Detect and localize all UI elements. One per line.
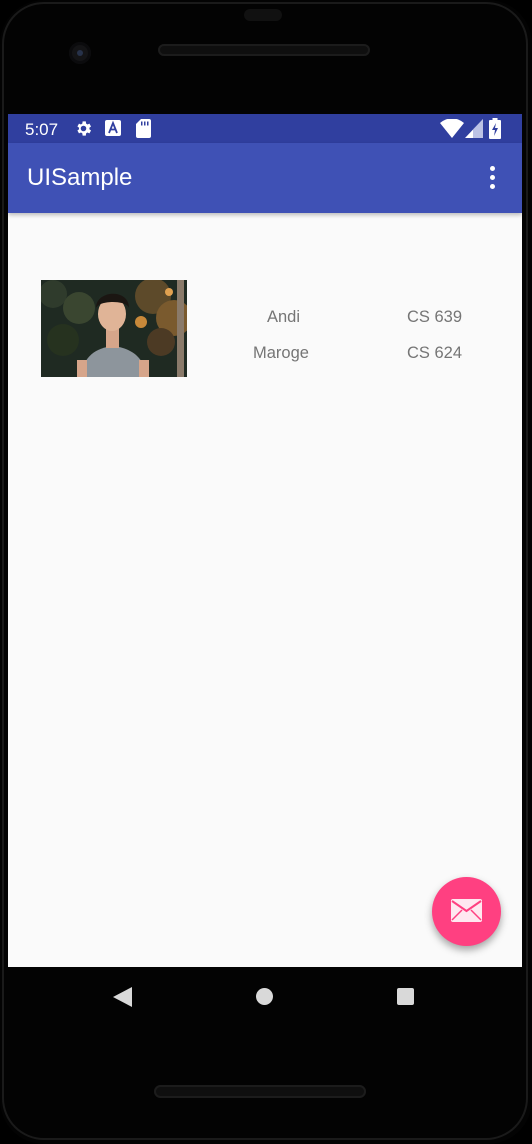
- cell-signal-icon: [465, 119, 483, 143]
- student-first-name: Andi: [267, 308, 301, 326]
- course-code: CS 639: [407, 308, 463, 326]
- font-a-icon: [105, 120, 121, 141]
- recents-icon[interactable]: [397, 988, 414, 1005]
- bottom-speaker: [154, 1085, 366, 1098]
- battery-charging-icon: [489, 118, 501, 144]
- settings-gear-icon: [74, 119, 93, 143]
- phone-frame: 5:07 UISample Andi CS 639 Maroge CS 624: [0, 0, 532, 1144]
- app-toolbar: UISample: [8, 143, 522, 213]
- top-sensor: [244, 9, 282, 21]
- app-screen: 5:07 UISample Andi CS 639 Maroge CS 624: [8, 114, 522, 967]
- portrait-photo: [41, 280, 187, 377]
- overflow-menu-icon[interactable]: [480, 163, 504, 193]
- top-speaker: [158, 44, 370, 56]
- app-title: UISample: [27, 164, 133, 191]
- back-icon[interactable]: [113, 987, 132, 1012]
- email-fab-button[interactable]: [432, 877, 501, 946]
- student-last-name: Maroge: [253, 344, 309, 362]
- status-bar: 5:07: [8, 114, 522, 143]
- sd-card-icon: [136, 119, 151, 143]
- status-time: 5:07: [25, 120, 59, 139]
- front-camera: [69, 42, 91, 64]
- course-code: CS 624: [407, 344, 463, 362]
- home-icon[interactable]: [256, 988, 273, 1005]
- wifi-icon: [440, 118, 464, 143]
- email-icon: [451, 899, 482, 922]
- system-navigation-bar: [8, 967, 522, 1025]
